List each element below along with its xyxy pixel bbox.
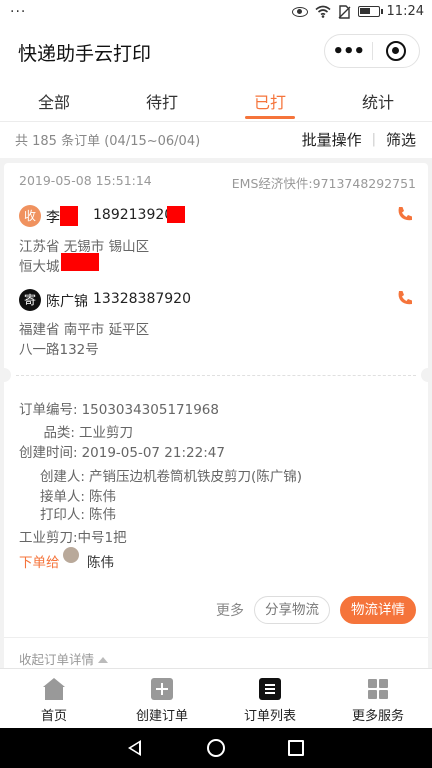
logistics-detail-button[interactable]: 物流详情 xyxy=(340,596,416,624)
nav-home[interactable]: 首页 xyxy=(0,669,108,728)
info-key: 品类: xyxy=(43,425,75,441)
tab-all[interactable]: 全部 xyxy=(0,78,108,121)
assignee-name: 陈伟 xyxy=(87,555,114,571)
info-value: 2019-05-07 21:22:47 xyxy=(81,445,225,461)
order-tabs: 全部 待打 已打 统计 xyxy=(0,78,432,122)
summary-actions: 批量操作 | 筛选 xyxy=(302,129,416,150)
batch-operation-button[interactable]: 批量操作 xyxy=(302,129,362,150)
collapse-label: 收起订单详情 xyxy=(19,652,95,667)
summary-bar: 共 185 条订单 (04/15~06/04) 批量操作 | 筛选 xyxy=(0,122,432,158)
recent-apps-icon[interactable] xyxy=(288,740,304,756)
nav-more-services[interactable]: 更多服务 xyxy=(324,669,432,728)
info-key: 订单编号: xyxy=(19,402,78,418)
nav-label: 更多服务 xyxy=(351,709,404,724)
no-sim-icon xyxy=(338,4,350,19)
share-logistics-button[interactable]: 分享物流 xyxy=(254,596,330,624)
assignee-avatar xyxy=(63,547,79,563)
info-receiver: 接单人: 陈伟 xyxy=(19,485,116,505)
wifi-icon xyxy=(315,5,331,18)
page-title: 快递助手云打印 xyxy=(18,43,152,65)
ellipsis-icon[interactable]: ••• xyxy=(325,41,372,62)
sender-address-line2: 八一路132号 xyxy=(19,342,99,358)
collapse-divider xyxy=(4,637,428,638)
close-button[interactable] xyxy=(372,41,419,61)
info-key: 接单人: xyxy=(39,489,85,505)
sender-badge: 寄 xyxy=(19,289,41,311)
assign-label: 下单给 xyxy=(19,555,60,571)
home-circle-icon[interactable] xyxy=(207,739,225,757)
status-icons: 11:24 xyxy=(291,4,424,19)
nav-order-list[interactable]: 订单列表 xyxy=(216,669,324,728)
info-printer: 打印人: 陈伟 xyxy=(19,503,116,523)
phone-icon[interactable] xyxy=(396,205,414,223)
info-value: 产销压边机卷筒机铁皮剪刀(陈广锦) xyxy=(89,469,303,485)
info-value: 1503034305171968 xyxy=(81,402,219,418)
clock: 11:24 xyxy=(386,4,424,19)
receiver-block: 收 李 189213920 江苏省 无锡市 锡山区 恒大城 xyxy=(19,205,414,275)
sender-phone: 13328387920 xyxy=(93,291,191,307)
info-value: 陈伟 xyxy=(89,507,116,523)
nav-label: 订单列表 xyxy=(243,709,296,724)
battery-icon xyxy=(357,6,383,17)
phone-icon[interactable] xyxy=(396,289,414,307)
order-actions: 更多 分享物流 物流详情 xyxy=(216,596,416,624)
sender-block: 寄 陈广锦 13328387920 福建省 南平市 延平区 八一路132号 xyxy=(19,289,414,359)
dashed-divider xyxy=(16,375,416,376)
info-created-time: 创建时间: 2019-05-07 21:22:47 xyxy=(19,441,225,461)
overflow-dots: ··· xyxy=(10,4,27,20)
order-date: 2019-05-08 15:51:14 xyxy=(19,173,152,188)
receiver-name: 李 xyxy=(46,210,60,226)
ticket-notch-left xyxy=(0,368,11,382)
more-button[interactable]: 更多 xyxy=(216,600,244,620)
ticket-notch-right xyxy=(421,368,432,382)
mini-program-capsule: ••• xyxy=(324,34,420,68)
info-key: 打印人: xyxy=(39,507,85,523)
system-nav-bar xyxy=(0,728,432,768)
info-value: 工业剪刀 xyxy=(79,425,133,441)
redaction-mark xyxy=(61,253,99,271)
list-icon xyxy=(259,678,281,700)
tab-statistics[interactable]: 统计 xyxy=(324,78,432,121)
nav-label: 创建订单 xyxy=(135,709,188,724)
express-number: EMS经济快件:9713748292751 xyxy=(231,176,416,191)
receiver-address-line2: 恒大城 xyxy=(19,259,60,275)
home-icon xyxy=(43,678,65,700)
redaction-mark xyxy=(167,206,185,223)
plus-square-icon xyxy=(151,678,173,700)
assign-row: 下单给 陈伟 xyxy=(19,547,114,571)
eye-icon xyxy=(291,6,308,17)
info-category: 品类: 工业剪刀 xyxy=(19,421,133,441)
receiver-badge: 收 xyxy=(19,205,41,227)
bottom-nav: 首页 创建订单 订单列表 更多服务 xyxy=(0,668,432,728)
target-icon xyxy=(385,41,406,61)
receiver-address-line1: 江苏省 无锡市 锡山区 xyxy=(19,239,150,255)
back-icon-inner xyxy=(131,742,139,753)
grid-icon xyxy=(367,678,389,700)
item-line: 工业剪刀:中号1把 xyxy=(19,530,127,546)
nav-create-order[interactable]: 创建订单 xyxy=(108,669,216,728)
info-creator: 创建人: 产销压边机卷筒机铁皮剪刀(陈广锦) xyxy=(19,465,302,485)
app-header: 快递助手云打印 ••• xyxy=(0,26,432,78)
receiver-phone: 189213920 xyxy=(93,207,174,223)
order-card-header: 2019-05-08 15:51:14 EMS经济快件:971374829275… xyxy=(19,173,416,193)
info-order-number: 订单编号: 1503034305171968 xyxy=(19,398,219,418)
info-key: 创建时间: xyxy=(19,445,78,461)
tab-printed[interactable]: 已打 xyxy=(216,78,324,121)
caret-up-icon xyxy=(98,657,109,663)
sender-name: 陈广锦 xyxy=(46,294,88,310)
filter-button[interactable]: 筛选 xyxy=(386,129,416,150)
info-key: 创建人: xyxy=(39,469,85,485)
collapse-details-button[interactable]: 收起订单详情 xyxy=(19,649,109,668)
sender-address-line1: 福建省 南平市 延平区 xyxy=(19,322,150,338)
status-bar: ··· 11:24 xyxy=(0,0,432,26)
order-count: 共 185 条订单 (04/15~06/04) xyxy=(15,134,201,149)
actions-divider: | xyxy=(371,132,376,147)
order-card: 2019-05-08 15:51:14 EMS经济快件:971374829275… xyxy=(0,163,432,673)
redaction-mark xyxy=(60,206,78,226)
nav-label: 首页 xyxy=(40,709,67,724)
tab-pending[interactable]: 待打 xyxy=(108,78,216,121)
